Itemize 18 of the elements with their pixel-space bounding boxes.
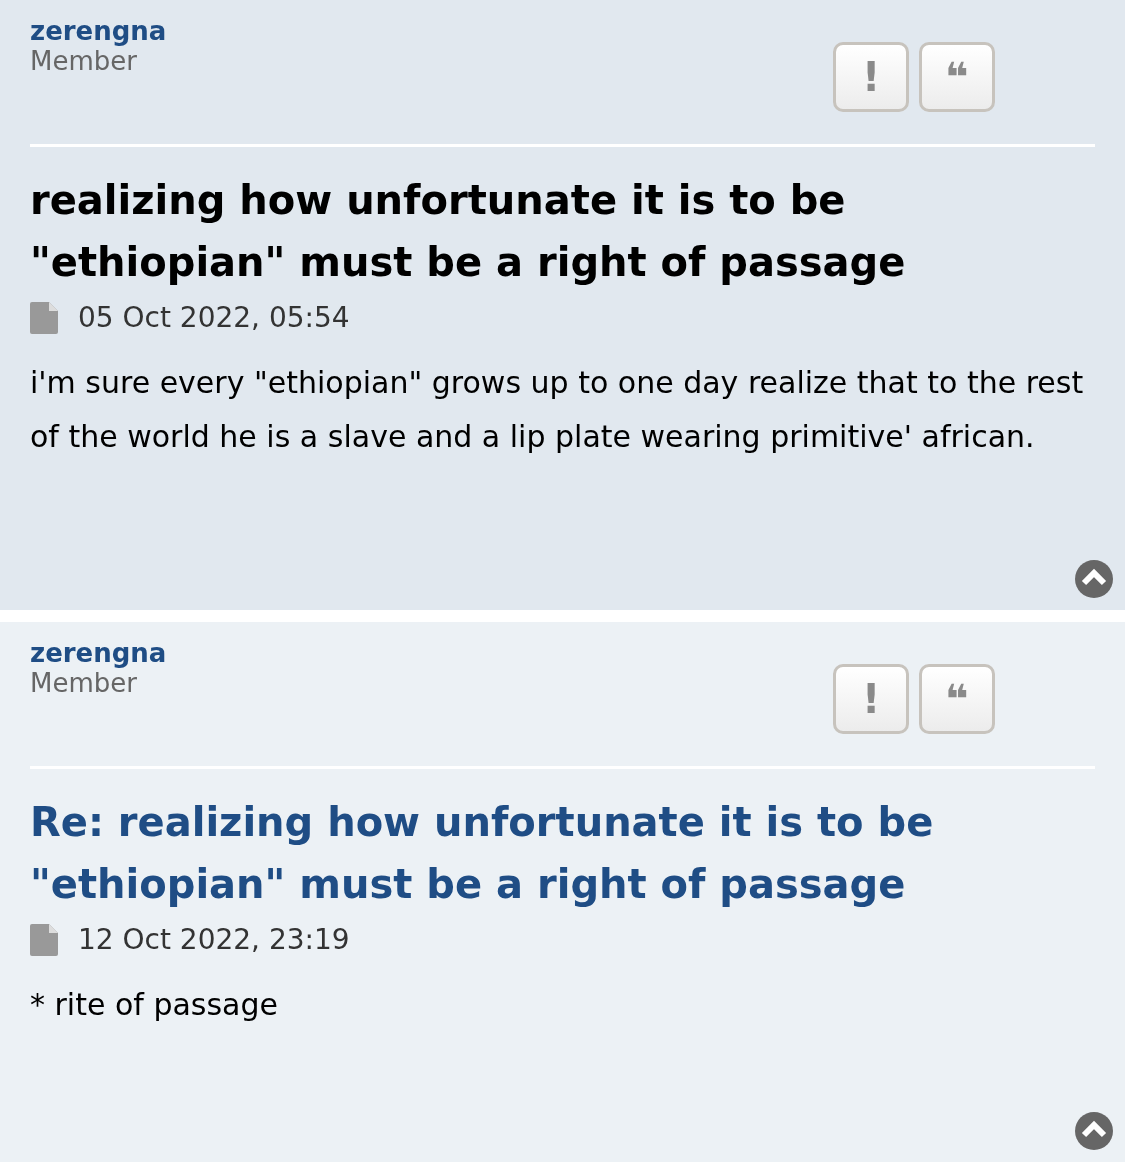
report-button[interactable]: ! [833,664,909,734]
author-rank: Member [30,46,138,76]
post-date: 05 Oct 2022, 05:54 [78,301,350,334]
post-date: 12 Oct 2022, 23:19 [78,923,350,956]
author-name[interactable]: zerengna [30,16,167,46]
report-button[interactable]: ! [833,42,909,112]
document-icon [30,301,58,334]
document-icon [30,923,58,956]
back-to-top-icon[interactable] [1075,560,1113,598]
author-rank: Member [30,668,138,698]
quote-button[interactable]: ❝ [919,664,995,734]
post-title[interactable]: Re: realizing how unfortunate it is to be "ethiopian" must be a right of passage [30,791,1113,915]
quote-button[interactable]: ❝ [919,42,995,112]
post-body: * rite of passage [30,986,279,1024]
back-to-top-icon[interactable] [1075,1112,1113,1150]
author-name[interactable]: zerengna [30,638,167,668]
post-body: i'm sure every "ethiopian" grows up to one day realize that to the rest of the world he is a slave and a lip plate wearing primitive' african. [30,364,1085,456]
post-title: realizing how unfortunate it is to be "ethiopian" must be a right of passage [30,176,907,287]
